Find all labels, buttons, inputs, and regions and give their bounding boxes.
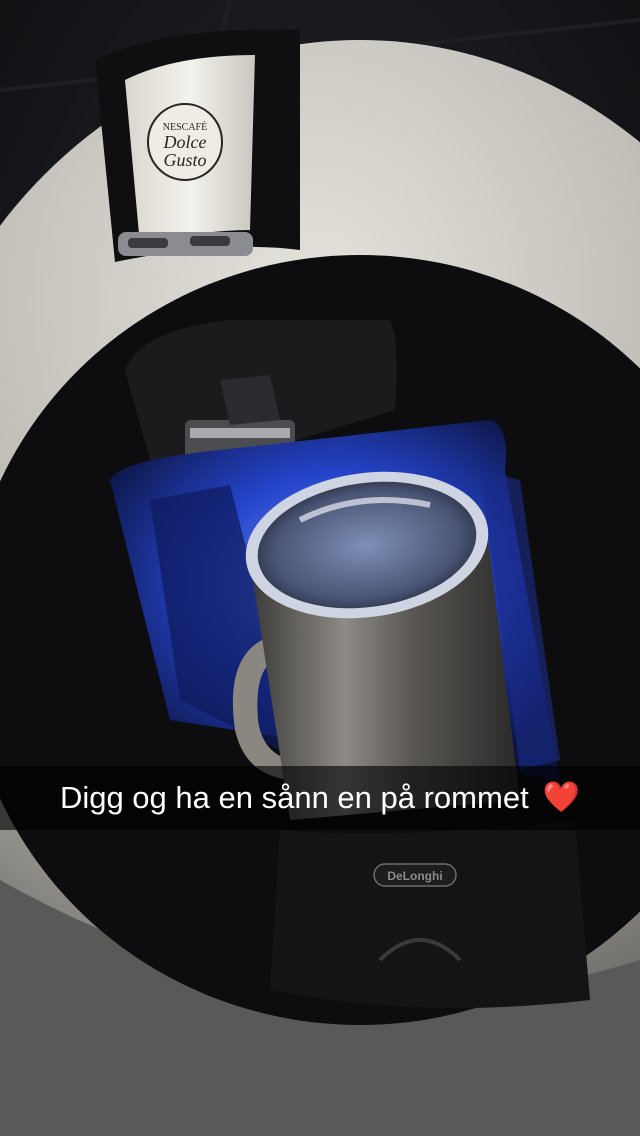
dolce-gusto-logo: NESCAFÉ Dolce Gusto xyxy=(147,103,223,181)
heart-emoji-icon: ❤️ xyxy=(542,780,581,815)
svg-text:Gusto: Gusto xyxy=(163,150,206,170)
svg-text:Dolce: Dolce xyxy=(163,132,207,152)
caption-bar: Digg og ha en sånn en på rommet ❤️ xyxy=(0,766,640,830)
coffee-machine-photo: NESCAFÉ Dolce Gusto DeLonghi xyxy=(0,0,640,1136)
snap-view: NESCAFÉ Dolce Gusto DeLonghi Digg og ha … xyxy=(0,0,640,1136)
caption-text: Digg og ha en sånn en på rommet xyxy=(59,780,529,815)
delonghi-logo: DeLonghi xyxy=(387,869,442,883)
